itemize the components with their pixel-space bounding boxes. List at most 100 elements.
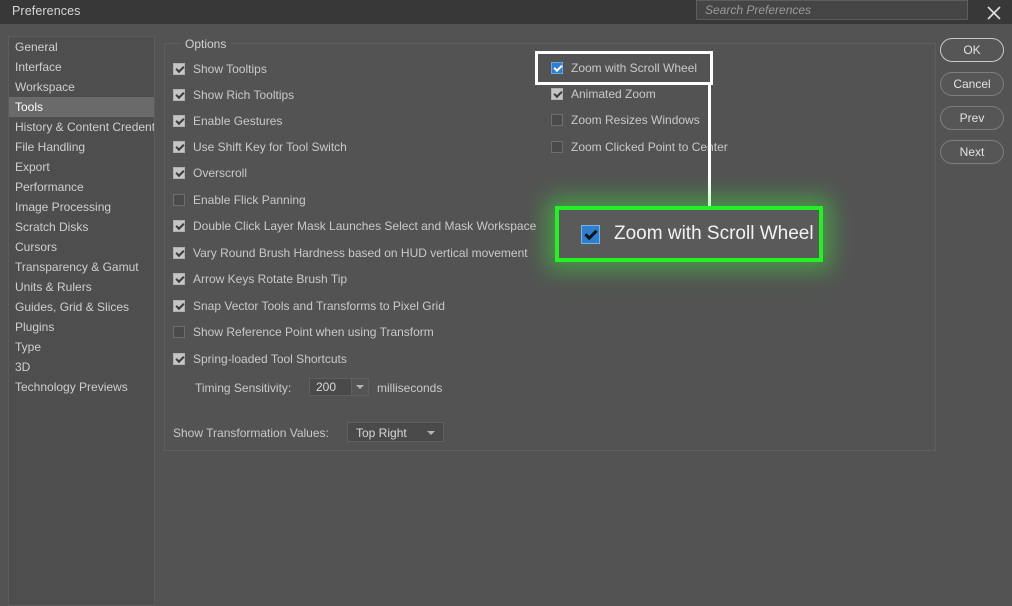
sidebar-item-label: Technology Previews — [15, 380, 128, 394]
checkbox-unchecked-icon — [551, 114, 563, 126]
checkbox-label: Zoom Clicked Point to Center — [571, 140, 728, 154]
close-icon[interactable] — [980, 0, 1008, 24]
prev-button[interactable]: Prev — [940, 106, 1004, 130]
checkbox-double-click-layer-mask-launches-select-and-mask-workspace[interactable]: Double Click Layer Mask Launches Select … — [173, 218, 536, 234]
checkbox-enable-flick-panning[interactable]: Enable Flick Panning — [173, 192, 306, 208]
caret-glyph — [356, 385, 364, 389]
chevron-down-icon — [427, 431, 435, 435]
checkbox-checked-icon — [173, 89, 185, 101]
checkbox-label: Show Rich Tooltips — [193, 88, 295, 102]
sidebar-item-label: Tools — [15, 100, 44, 114]
checkbox-checked-icon — [551, 62, 563, 74]
sidebar-item-plugins[interactable]: Plugins — [9, 317, 154, 337]
sidebar-item-label: General — [15, 40, 58, 54]
checkbox-label: Zoom Resizes Windows — [571, 113, 700, 127]
sidebar-item-label: Cursors — [15, 240, 58, 254]
checkbox-spring-loaded-tool-shortcuts[interactable]: Spring-loaded Tool Shortcuts — [173, 351, 347, 367]
sidebar-item-image-processing[interactable]: Image Processing — [9, 197, 154, 217]
timing-sensitivity-label: Timing Sensitivity: — [195, 381, 292, 395]
checkbox-label: Snap Vector Tools and Transforms to Pixe… — [193, 299, 445, 313]
checkbox-label: Animated Zoom — [571, 87, 656, 101]
sidebar-item-units-rulers[interactable]: Units & Rulers — [9, 277, 154, 297]
checkbox-checked-icon — [173, 63, 185, 75]
sidebar-item-interface[interactable]: Interface — [9, 57, 154, 77]
sidebar-item-label: Scratch Disks — [15, 220, 89, 234]
checkbox-arrow-keys-rotate-brush-tip[interactable]: Arrow Keys Rotate Brush Tip — [173, 271, 347, 287]
checkbox-label: Double Click Layer Mask Launches Select … — [193, 219, 537, 233]
sidebar-item-label: Performance — [15, 180, 84, 194]
checkbox-label: Show Reference Point when using Transfor… — [193, 325, 434, 339]
sidebar-item-guides-grid-slices[interactable]: Guides, Grid & Slices — [9, 297, 154, 317]
transformation-values-value: Top Right — [356, 426, 407, 440]
checkbox-show-rich-tooltips[interactable]: Show Rich Tooltips — [173, 87, 294, 103]
checkbox-checked-icon — [173, 220, 185, 232]
sidebar-item-label: Interface — [15, 60, 62, 74]
checkbox-label: Vary Round Brush Hardness based on HUD v… — [193, 246, 528, 260]
checkbox-snap-vector-tools-and-transforms-to-pixel-grid[interactable]: Snap Vector Tools and Transforms to Pixe… — [173, 298, 445, 314]
title-bar: Preferences Search Preferences — [0, 0, 1012, 24]
checkbox-overscroll[interactable]: Overscroll — [173, 165, 247, 181]
checkbox-label: Zoom with Scroll Wheel — [571, 61, 698, 75]
checkbox-zoom-with-scroll-wheel[interactable]: Zoom with Scroll Wheel — [551, 60, 697, 76]
checkbox-unchecked-icon — [173, 326, 185, 338]
button-label: Prev — [959, 111, 985, 125]
sidebar-item-scratch-disks[interactable]: Scratch Disks — [9, 217, 154, 237]
checkbox-use-shift-key-for-tool-switch[interactable]: Use Shift Key for Tool Switch — [173, 139, 347, 155]
sidebar-item-type[interactable]: Type — [9, 337, 154, 357]
search-input[interactable]: Search Preferences — [696, 0, 968, 20]
sidebar-item-3d[interactable]: 3D — [9, 357, 154, 377]
checkbox-label: Show Tooltips — [193, 62, 267, 76]
sidebar-item-label: Plugins — [15, 320, 55, 334]
checkbox-checked-icon — [173, 273, 185, 285]
sidebar-item-label: 3D — [15, 360, 31, 374]
page-title: Preferences — [12, 4, 81, 18]
timing-sensitivity-input[interactable]: 200 — [309, 378, 369, 396]
checkbox-vary-round-brush-hardness-based-on-hud-vertical-movement[interactable]: Vary Round Brush Hardness based on HUD v… — [173, 245, 528, 261]
sidebar-item-export[interactable]: Export — [9, 157, 154, 177]
checkbox-label: Spring-loaded Tool Shortcuts — [193, 352, 347, 366]
checkbox-show-reference-point-when-using-transform[interactable]: Show Reference Point when using Transfor… — [173, 324, 434, 340]
sidebar-item-label: Transparency & Gamut — [15, 260, 139, 274]
preferences-category-list[interactable]: General Interface Workspace Tools History & … — [8, 36, 155, 606]
checkbox-zoom-resizes-windows[interactable]: Zoom Resizes Windows — [551, 112, 700, 128]
checkbox-zoom-clicked-point-to-center[interactable]: Zoom Clicked Point to Center — [551, 139, 728, 155]
checkbox-animated-zoom[interactable]: Animated Zoom — [551, 86, 656, 102]
callout-label: Zoom with Scroll Wheel — [614, 223, 814, 244]
next-button[interactable]: Next — [940, 140, 1004, 164]
sidebar-item-technology-previews[interactable]: Technology Previews — [9, 377, 154, 397]
checkbox-checked-icon — [173, 247, 185, 259]
checkbox-checked-icon — [551, 88, 563, 100]
sidebar-item-transparency-gamut[interactable]: Transparency & Gamut — [9, 257, 154, 277]
sidebar-item-file-handling[interactable]: File Handling — [9, 137, 154, 157]
timing-sensitivity-unit: milliseconds — [377, 381, 443, 395]
transformation-values-select[interactable]: Top Right — [347, 422, 444, 442]
checkbox-show-tooltips[interactable]: Show Tooltips — [173, 61, 267, 77]
search-placeholder: Search Preferences — [705, 3, 812, 17]
timing-sensitivity-value: 200 — [316, 380, 337, 394]
checkbox-label: Enable Flick Panning — [193, 193, 306, 207]
options-group-label: Options — [180, 37, 232, 51]
sidebar-item-tools[interactable]: Tools — [9, 97, 154, 117]
sidebar-item-label: Units & Rulers — [15, 280, 92, 294]
transformation-values-label: Show Transformation Values: — [173, 426, 329, 440]
sidebar-item-workspace[interactable]: Workspace — [9, 77, 154, 97]
sidebar-item-label: Export — [15, 160, 50, 174]
chevron-down-icon[interactable] — [351, 379, 368, 395]
sidebar-item-label: Workspace — [15, 80, 75, 94]
sidebar-item-label: Type — [15, 340, 42, 354]
sidebar-item-cursors[interactable]: Cursors — [9, 237, 154, 257]
checkbox-label: Arrow Keys Rotate Brush Tip — [193, 272, 348, 286]
callout-checkbox-icon — [581, 224, 600, 244]
checkbox-checked-icon — [173, 167, 185, 179]
button-label: Next — [959, 145, 985, 159]
ok-button[interactable]: OK — [940, 38, 1004, 62]
sidebar-item-label: History & Content Credentials — [15, 120, 155, 134]
cancel-button[interactable]: Cancel — [940, 72, 1004, 96]
checkbox-checked-icon — [173, 353, 185, 365]
checkbox-checked-icon — [173, 300, 185, 312]
checkbox-enable-gestures[interactable]: Enable Gestures — [173, 113, 282, 129]
sidebar-item-history-content-credentials[interactable]: History & Content Credentials — [9, 117, 154, 137]
sidebar-item-general[interactable]: General — [9, 37, 154, 57]
sidebar-item-performance[interactable]: Performance — [9, 177, 154, 197]
checkbox-unchecked-icon — [173, 194, 185, 206]
